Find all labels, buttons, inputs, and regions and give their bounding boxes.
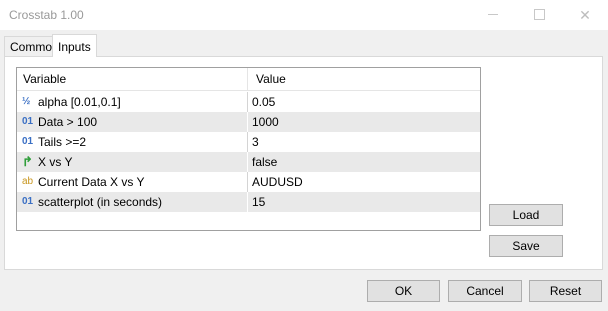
grid-row-data[interactable]: 01 Data > 100 1000 (17, 112, 480, 132)
integer-icon: 01 (22, 196, 34, 207)
window-title: Crosstab 1.00 (9, 8, 84, 22)
integer-icon: 01 (22, 116, 34, 127)
row-value[interactable]: AUDUSD (252, 172, 303, 192)
row-value[interactable]: 3 (252, 132, 259, 152)
row-value[interactable]: 1000 (252, 112, 279, 132)
row-variable: Current Data X vs Y (38, 175, 145, 189)
grid-row-alpha[interactable]: ½ alpha [0.01,0.1] 0.05 (17, 92, 480, 112)
integer-icon: 01 (22, 136, 34, 147)
grid-row-scatterplot[interactable]: 01 scatterplot (in seconds) 15 (17, 192, 480, 212)
header-variable[interactable]: Variable (23, 68, 66, 90)
row-variable: Data > 100 (38, 115, 98, 129)
grid-row-x-vs-y[interactable]: ↱ X vs Y false (17, 152, 480, 172)
title-bar: Crosstab 1.00 ✕ (0, 0, 608, 30)
save-button[interactable]: Save (489, 235, 563, 257)
close-button[interactable]: ✕ (562, 0, 608, 30)
close-icon: ✕ (579, 7, 591, 23)
fraction-icon: ½ (22, 96, 31, 107)
column-divider[interactable] (247, 68, 248, 90)
row-variable: Tails >=2 (38, 135, 87, 149)
grid-row-current-data[interactable]: ab Current Data X vs Y AUDUSD (17, 172, 480, 192)
grid-row-tails[interactable]: 01 Tails >=2 3 (17, 132, 480, 152)
row-variable: X vs Y (38, 155, 73, 169)
minimize-button[interactable] (470, 0, 516, 30)
header-value[interactable]: Value (256, 68, 286, 90)
row-value[interactable]: 0.05 (252, 92, 275, 112)
reset-button[interactable]: Reset (529, 280, 602, 302)
inputs-grid: Variable Value ½ alpha [0.01,0.1] 0.05 0… (16, 67, 481, 231)
string-icon: ab (22, 176, 34, 187)
load-button[interactable]: Load (489, 204, 563, 226)
maximize-icon (534, 9, 545, 20)
row-value[interactable]: false (252, 152, 277, 172)
ok-button[interactable]: OK (367, 280, 440, 302)
grid-header: Variable Value (17, 68, 480, 91)
maximize-button[interactable] (516, 0, 562, 30)
tab-inputs[interactable]: Inputs (52, 34, 97, 57)
row-value[interactable]: 15 (252, 192, 265, 212)
boolean-icon: ↱ (22, 154, 33, 169)
cancel-button[interactable]: Cancel (448, 280, 522, 302)
row-variable: scatterplot (in seconds) (38, 195, 163, 209)
row-variable: alpha [0.01,0.1] (38, 95, 121, 109)
minimize-icon (488, 14, 498, 15)
